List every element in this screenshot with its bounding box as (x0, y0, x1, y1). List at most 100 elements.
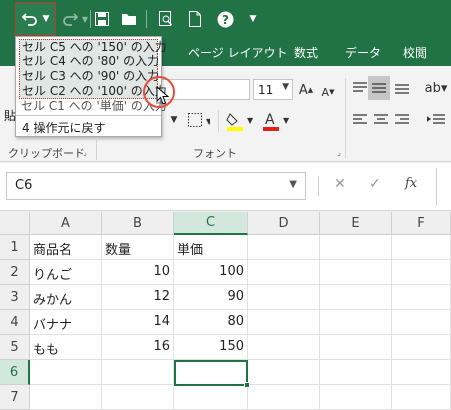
borders-icon[interactable]: ▼ (186, 110, 212, 130)
cell-a1[interactable]: 商品名 (30, 235, 102, 260)
cell-d7[interactable] (248, 385, 320, 410)
cell-b1[interactable]: 数量 (102, 235, 174, 260)
svg-text:▼: ▼ (283, 116, 290, 125)
undo-history-item[interactable]: セル C2 への '100' の入力 (19, 84, 167, 99)
row-header-4[interactable]: 4 (0, 310, 30, 335)
row-header-6[interactable]: 6 (0, 360, 30, 385)
undo-icon[interactable] (20, 6, 40, 32)
cell-f2[interactable] (392, 260, 451, 285)
print-preview-icon[interactable] (157, 6, 175, 32)
cell-f3[interactable] (392, 285, 451, 310)
tab-review[interactable]: 校閲 (403, 44, 427, 61)
select-all-corner[interactable] (0, 212, 30, 235)
formula-input[interactable] (436, 168, 451, 206)
column-header-b[interactable]: B (102, 212, 174, 235)
cell-d5[interactable] (248, 335, 320, 360)
column-header-c[interactable]: C (174, 212, 248, 235)
cell-b7[interactable] (102, 385, 174, 410)
row-header-5[interactable]: 5 (0, 335, 30, 360)
column-header-d[interactable]: D (248, 212, 320, 235)
cell-a5[interactable]: もも (30, 335, 102, 360)
cell-d3[interactable] (248, 285, 320, 310)
cell-b3[interactable]: 12 (102, 285, 174, 310)
cell-f1[interactable] (392, 235, 451, 260)
tab-data[interactable]: データ (345, 44, 381, 61)
column-header-e[interactable]: E (320, 212, 392, 235)
cancel-icon[interactable]: ✕ (334, 176, 346, 192)
name-box[interactable]: C6 ▼ (6, 172, 306, 200)
cell-e5[interactable] (320, 335, 392, 360)
align-left-icon[interactable] (352, 110, 368, 130)
text-orientation-icon[interactable]: ab▾ (424, 78, 448, 98)
chevron-down-icon[interactable]: ▼ (168, 112, 180, 128)
undo-history-item[interactable]: セル C1 への '単価' の入力 (19, 99, 167, 114)
row-header-7[interactable]: 7 (0, 385, 30, 410)
cell-d4[interactable] (248, 310, 320, 335)
help-icon[interactable]: ? (215, 6, 235, 32)
cell-f4[interactable] (392, 310, 451, 335)
row-header-1[interactable]: 1 (0, 235, 30, 260)
cell-f7[interactable] (392, 385, 451, 410)
cell-b6[interactable] (102, 360, 174, 385)
cell-d6[interactable] (248, 360, 320, 385)
chevron-down-icon[interactable]: ▼ (282, 82, 289, 92)
fill-color-icon[interactable]: ▼ (226, 110, 256, 132)
row-header-3[interactable]: 3 (0, 285, 30, 310)
dialog-launcher-icon[interactable]: ⌟ (334, 147, 344, 157)
column-header-f[interactable]: F (392, 212, 451, 235)
align-right-icon[interactable] (394, 110, 410, 130)
new-document-icon[interactable] (186, 6, 204, 32)
undo-history-item[interactable]: セル C3 への '90' の入力 (19, 69, 159, 84)
tab-formulas[interactable]: 数式 (294, 44, 318, 61)
cell-d2[interactable] (248, 260, 320, 285)
cell-e2[interactable] (320, 260, 392, 285)
cell-a7[interactable] (30, 385, 102, 410)
increase-font-icon[interactable]: A ▲ (298, 80, 314, 100)
dialog-launcher-icon[interactable]: ⌟ (80, 147, 90, 157)
cell-e7[interactable] (320, 385, 392, 410)
align-middle-icon[interactable] (368, 76, 390, 100)
cell-f5[interactable] (392, 335, 451, 360)
cell-c2[interactable]: 100 (174, 260, 248, 285)
align-bottom-icon[interactable] (394, 78, 410, 98)
undo-dropdown-icon[interactable]: ▼ (40, 6, 52, 32)
chevron-down-icon[interactable]: ▼ (289, 179, 297, 190)
align-top-icon[interactable] (352, 78, 368, 98)
redo-dropdown-icon[interactable]: ▼ (80, 6, 90, 32)
tab-page-layout[interactable]: ページ レイアウト (188, 44, 288, 61)
cell-e3[interactable] (320, 285, 392, 310)
fill-handle[interactable] (244, 382, 250, 388)
enter-icon[interactable]: ✓ (369, 176, 381, 192)
font-size-field[interactable]: 11 ▼ (253, 79, 293, 100)
cell-a6[interactable] (30, 360, 102, 385)
font-color-icon[interactable]: A ▼ (262, 110, 292, 132)
align-center-icon[interactable] (373, 110, 389, 130)
undo-history-item[interactable]: セル C4 への '80' の入力 (19, 54, 159, 69)
cell-c4[interactable]: 80 (174, 310, 248, 335)
cell-d1[interactable] (248, 235, 320, 260)
indent-icon[interactable] (424, 110, 448, 130)
insert-function-icon[interactable]: fx (405, 176, 417, 191)
cell-c3[interactable]: 90 (174, 285, 248, 310)
cell-a3[interactable]: みかん (30, 285, 102, 310)
save-icon[interactable] (93, 6, 111, 32)
open-folder-icon[interactable] (120, 6, 138, 32)
cell-b5[interactable]: 16 (102, 335, 174, 360)
cell-e6[interactable] (320, 360, 392, 385)
cell-a4[interactable]: バナナ (30, 310, 102, 335)
decrease-font-icon[interactable]: A ▼ (320, 82, 336, 102)
cell-b2[interactable]: 10 (102, 260, 174, 285)
cell-a2[interactable]: りんご (30, 260, 102, 285)
customize-qat-icon[interactable]: ▼ (246, 6, 260, 32)
cell-e1[interactable] (320, 235, 392, 260)
cell-b4[interactable]: 14 (102, 310, 174, 335)
cell-c5[interactable]: 150 (174, 335, 248, 360)
undo-history-item[interactable]: セル C5 への '150' の入力 (19, 39, 167, 54)
row-header-2[interactable]: 2 (0, 260, 30, 285)
cell-e4[interactable] (320, 310, 392, 335)
column-header-a[interactable]: A (30, 212, 102, 235)
cell-c1[interactable]: 単価 (174, 235, 248, 260)
redo-icon[interactable] (60, 6, 80, 32)
cell-f6[interactable] (392, 360, 451, 385)
cell-c7[interactable] (174, 385, 248, 410)
